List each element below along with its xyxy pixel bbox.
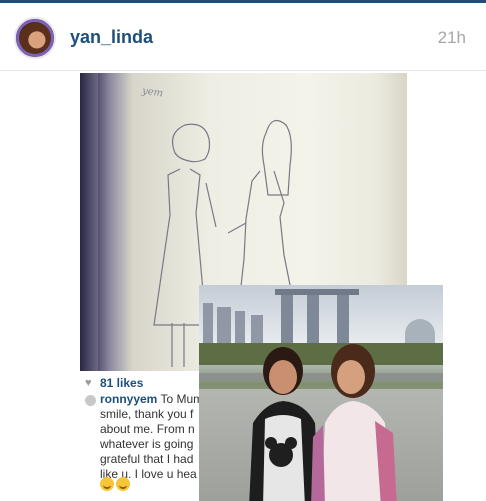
photo-tower [337,291,349,343]
photo-skypark [275,289,359,295]
photo-building [203,303,213,343]
caption-line: smile, thank you f [100,407,194,421]
avatar-ring [16,19,54,57]
comment-bubble-icon [85,395,96,406]
photo-tower [281,291,293,343]
header-divider [0,70,486,71]
heart-icon: ♥ [85,377,92,389]
caption-line: grateful that I had [100,452,194,466]
smile-emoji-icon [100,477,114,491]
photo-building [217,307,231,343]
smile-emoji-icon [116,477,130,491]
caption-username[interactable]: ronnyyem [100,392,157,406]
post-header: yan_linda 21h [0,3,486,71]
photo-tower [307,291,319,343]
photo-dome [405,319,435,343]
caption-line: whatever is going [100,437,194,451]
post-timestamp: 21h [437,28,466,47]
avatar[interactable] [14,17,56,59]
post-caption: ronnyyem To Mum smile, thank you f about… [100,392,199,484]
likes-count[interactable]: 81 likes [100,376,143,390]
caption-line: To Mum [160,392,199,406]
caption-line: about me. From n [100,422,195,436]
caption-emojis [100,477,132,495]
post-username[interactable]: yan_linda [70,27,153,48]
post-image-photo[interactable] [199,285,443,501]
photo-person-right [311,344,397,501]
